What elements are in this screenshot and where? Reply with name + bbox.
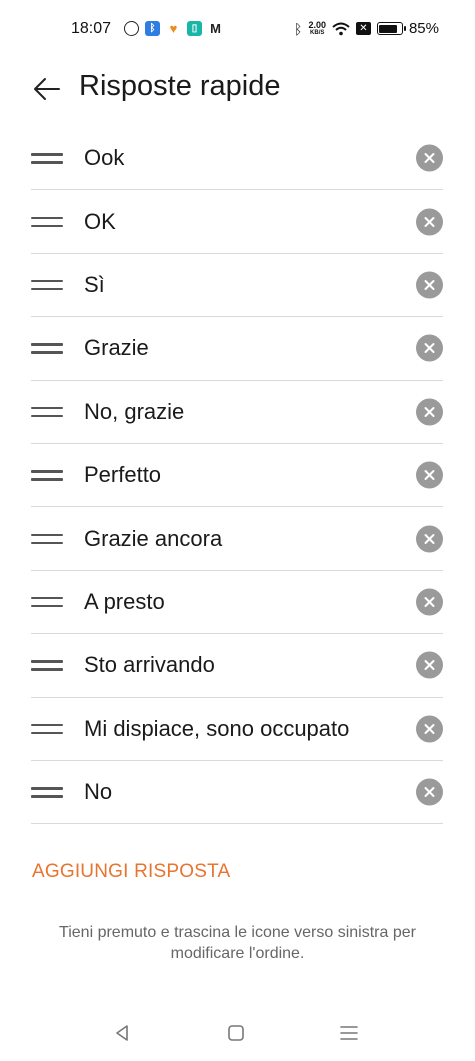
list-item[interactable]: Perfetto <box>31 444 443 508</box>
drag-handle-icon[interactable] <box>31 657 63 673</box>
reply-label: A presto <box>84 588 165 614</box>
close-icon <box>424 723 435 734</box>
reply-label: Grazie <box>84 335 149 361</box>
drag-handle-icon[interactable] <box>31 404 63 420</box>
close-icon <box>424 216 435 227</box>
square-home-icon <box>228 1025 244 1041</box>
close-icon <box>424 406 435 417</box>
list-item[interactable]: Sì <box>31 254 443 318</box>
battery-icon <box>376 22 406 35</box>
drag-handle-icon[interactable] <box>31 277 63 293</box>
remove-button[interactable] <box>416 778 443 806</box>
reply-label: OK <box>84 208 116 234</box>
close-icon <box>424 660 435 671</box>
reply-label: Sto arrivando <box>84 652 215 678</box>
notification-icons: ᛒ ♥ ▯ M <box>124 21 223 36</box>
drag-handle-icon[interactable] <box>31 214 63 230</box>
reorder-hint: Tieni premuto e trascina le icone verso … <box>59 924 416 962</box>
remove-button[interactable] <box>416 334 443 362</box>
remove-button[interactable] <box>416 398 443 426</box>
nav-recents-button[interactable] <box>337 1021 361 1045</box>
reply-label: Ook <box>84 145 125 171</box>
page-title: Risposte rapide <box>79 70 281 102</box>
remove-button[interactable] <box>416 715 443 743</box>
reply-label: Grazie ancora <box>84 525 223 551</box>
heart-app-icon: ♥ <box>169 21 178 36</box>
triangle-back-icon <box>116 1025 128 1041</box>
drag-handle-icon[interactable] <box>31 531 63 547</box>
list-item[interactable]: No, grazie <box>31 381 443 444</box>
close-icon <box>424 279 435 290</box>
list-item[interactable]: Ook <box>31 127 443 191</box>
list-item[interactable]: Grazie ancora <box>31 507 443 571</box>
close-icon <box>424 153 435 164</box>
drag-handle-icon[interactable] <box>31 594 63 610</box>
network-speed: 2.00 KB/S <box>308 19 326 36</box>
phone-app-icon: ▯ <box>187 21 202 36</box>
reply-label: No, grazie <box>84 398 185 424</box>
remove-button[interactable] <box>416 461 443 489</box>
list-item[interactable]: OK <box>31 190 443 254</box>
nav-back-button[interactable] <box>110 1021 134 1045</box>
bluetooth-icon: ᛒ <box>294 20 303 37</box>
list-item[interactable]: Grazie <box>31 317 443 381</box>
menu-lines-icon <box>340 1026 358 1040</box>
status-time: 18:07 <box>71 20 112 37</box>
arrow-left-icon <box>34 78 60 100</box>
close-icon <box>424 343 435 354</box>
battery-percent: 85% <box>408 20 439 37</box>
drag-handle-icon[interactable] <box>31 467 63 483</box>
list-item[interactable]: Mi dispiace, sono occupato <box>31 698 443 761</box>
back-button[interactable] <box>30 74 64 104</box>
whatsapp-icon <box>124 21 139 36</box>
close-icon <box>424 596 435 607</box>
system-status-icons: ᛒ 2.00 KB/S ✕ 85% <box>294 20 439 37</box>
list-item[interactable]: No <box>31 761 443 825</box>
quick-reply-list: Ook OK Sì Grazie No, grazie Perfetto Gra… <box>31 127 443 825</box>
remove-button[interactable] <box>416 525 443 553</box>
sim-off-icon: ✕ <box>355 22 371 35</box>
drag-handle-icon[interactable] <box>31 340 63 356</box>
status-bar: 18:07 ᛒ ♥ ▯ M ᛒ 2.00 KB/S ✕ 85% <box>0 0 475 62</box>
gmail-icon: M <box>210 21 221 36</box>
wifi-icon <box>332 22 350 35</box>
remove-button[interactable] <box>416 651 443 679</box>
remove-button[interactable] <box>416 588 443 616</box>
app-header: Risposte rapide <box>0 62 475 118</box>
nav-home-button[interactable] <box>224 1021 248 1045</box>
navigation-bar <box>0 1015 475 1049</box>
list-item[interactable]: Sto arrivando <box>31 634 443 698</box>
close-icon <box>424 533 435 544</box>
add-reply-button[interactable]: AGGIUNGI RISPOSTA <box>32 861 230 883</box>
reply-label: Mi dispiace, sono occupato <box>84 715 350 741</box>
drag-handle-icon[interactable] <box>31 784 63 800</box>
close-icon <box>424 787 435 798</box>
remove-button[interactable] <box>416 144 443 172</box>
drag-handle-icon[interactable] <box>31 150 63 166</box>
bluetooth-app-icon: ᛒ <box>145 21 160 36</box>
remove-button[interactable] <box>416 208 443 236</box>
reply-label: Sì <box>84 271 105 297</box>
reply-label: Perfetto <box>84 462 162 488</box>
drag-handle-icon[interactable] <box>31 721 63 737</box>
list-item[interactable]: A presto <box>31 571 443 635</box>
reply-label: No <box>84 779 113 805</box>
remove-button[interactable] <box>416 271 443 299</box>
close-icon <box>424 470 435 481</box>
